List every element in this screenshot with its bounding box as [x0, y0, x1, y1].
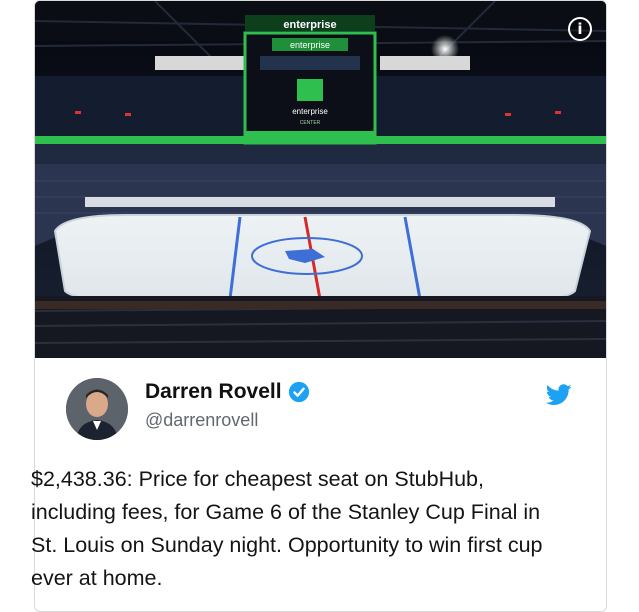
scoreboard-sub-text: CENTER [300, 120, 321, 126]
author-handle[interactable]: @darrenrovell [145, 410, 258, 431]
tweet-media-image[interactable]: enterprise enterprise enterprise CENTER [35, 1, 606, 358]
tweet-text: $2,438.36: Price for cheapest seat on St… [31, 467, 543, 590]
scoreboard-top-text: enterprise [283, 19, 336, 31]
profile-photo [66, 378, 128, 440]
info-icon[interactable]: i [568, 17, 592, 41]
scoreboard-center-text: enterprise [292, 107, 328, 116]
scoreboard-panel-text: enterprise [290, 40, 330, 50]
tweet-header: Darren Rovell @darrenrovell [35, 358, 606, 448]
author-name[interactable]: Darren Rovell [145, 380, 282, 404]
avatar[interactable] [66, 378, 128, 440]
author-name-row: Darren Rovell [145, 380, 310, 404]
twitter-bird-icon[interactable] [546, 384, 572, 406]
verified-badge-icon [288, 381, 309, 403]
arena-photo: enterprise enterprise enterprise CENTER [35, 1, 606, 358]
